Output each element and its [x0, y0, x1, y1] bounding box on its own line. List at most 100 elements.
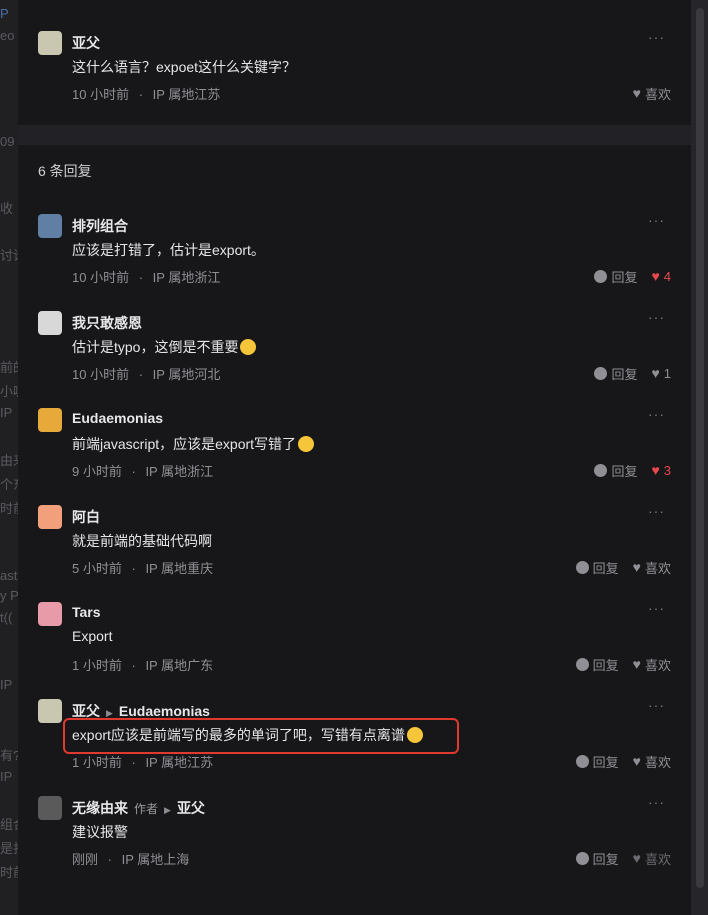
comment-actions: 回复 ♥ 4: [594, 267, 671, 286]
like-button[interactable]: ♥ 喜欢: [633, 849, 671, 868]
more-options-icon[interactable]: ···: [648, 794, 665, 810]
avatar[interactable]: [38, 699, 62, 723]
like-button[interactable]: ♥ 喜欢: [633, 558, 671, 577]
avatar[interactable]: [38, 602, 62, 626]
like-button[interactable]: ♥ 喜欢: [633, 752, 671, 771]
like-label: 喜欢: [644, 852, 671, 867]
avatar[interactable]: [38, 311, 62, 335]
comment-bubble-icon: [594, 270, 608, 283]
comment-bubble-icon: [575, 658, 589, 671]
meta-separator: ·: [131, 755, 136, 770]
laughing-emoji-icon: [240, 339, 257, 355]
reply-label: 回复: [611, 367, 638, 382]
comment-time: 1 小时前: [72, 755, 122, 770]
reply-label: 回复: [611, 464, 638, 479]
heart-icon: ♥: [632, 753, 641, 769]
comment-text: Export: [72, 628, 113, 644]
like-button[interactable]: ♥ 3: [651, 461, 671, 480]
section-divider: [18, 125, 691, 145]
reply-button[interactable]: 回复: [594, 267, 637, 286]
comment-author[interactable]: 阿白: [72, 507, 100, 527]
reply-label: 回复: [592, 755, 619, 770]
heart-icon: ♥: [632, 656, 641, 672]
avatar[interactable]: [38, 796, 62, 820]
comment-time: 1 小时前: [72, 658, 122, 673]
comment-ip: IP 属地浙江: [152, 270, 221, 285]
comment-time: 10 小时前: [72, 87, 130, 102]
reply-item: 我只敢感恩 ··· 估计是typo，这倒是不重要 10 小时前 · IP 属地河…: [18, 309, 691, 408]
comment-bubble-icon: [575, 852, 589, 865]
like-label: 喜欢: [644, 87, 671, 102]
meta-separator: ·: [107, 852, 112, 867]
more-options-icon[interactable]: ···: [648, 29, 665, 45]
reply-item: Tars ··· Export 1 小时前 · IP 属地广东 回复 ♥ 喜欢: [18, 600, 691, 699]
comment-time: 9 小时前: [72, 464, 122, 479]
comment-time: 10 小时前: [72, 367, 130, 382]
avatar[interactable]: [38, 214, 62, 238]
more-options-icon[interactable]: ···: [648, 309, 665, 325]
comment-ip: IP 属地重庆: [145, 561, 214, 576]
reply-button[interactable]: 回复: [575, 849, 619, 868]
author-badge: 作者: [134, 802, 159, 816]
comment-author[interactable]: 我只敢感恩: [72, 313, 142, 333]
rofl-emoji-icon: [298, 436, 315, 452]
like-button[interactable]: ♥ 4: [651, 267, 671, 286]
reply-item: 阿白 ··· 就是前端的基础代码啊 5 小时前 · IP 属地重庆 回复 ♥ 喜…: [18, 503, 691, 602]
comment-ip: IP 属地江苏: [152, 87, 221, 102]
like-button[interactable]: ♥ 喜欢: [633, 655, 671, 674]
background-fragment: IP: [0, 677, 13, 692]
comment-text: 应该是打错了，估计是export。: [72, 242, 265, 258]
comment-bubble-icon: [575, 561, 589, 574]
scrollbar-thumb[interactable]: [696, 8, 704, 888]
more-options-icon[interactable]: ···: [648, 406, 665, 422]
reply-label: 回复: [592, 658, 619, 673]
reply-button[interactable]: 回复: [575, 558, 619, 577]
reply-button[interactable]: 回复: [594, 364, 637, 383]
comment-text-body: 估计是typo，这倒是不重要: [72, 339, 239, 355]
more-options-icon[interactable]: ···: [648, 503, 665, 519]
reply-button[interactable]: 回复: [594, 461, 637, 480]
reply-to-user[interactable]: 亚父: [177, 800, 205, 816]
like-button[interactable]: ♥ 1: [651, 364, 671, 383]
comment-author[interactable]: Tars: [72, 604, 101, 620]
avatar[interactable]: [38, 31, 62, 55]
comment-author[interactable]: 无缘由来: [72, 800, 128, 816]
comment-actions: 回复 ♥ 3: [594, 461, 671, 480]
background-fragment: y P: [0, 588, 19, 603]
reply-button[interactable]: 回复: [575, 752, 619, 771]
meta-separator: ·: [138, 367, 144, 382]
comment-actions: 回复 ♥ 喜欢: [575, 752, 671, 771]
reply-to-user[interactable]: Eudaemonias: [119, 703, 210, 719]
meta-separator: ·: [131, 561, 136, 576]
comment-ip: IP 属地江苏: [145, 755, 214, 770]
comment-text: 建议报警: [72, 824, 128, 840]
like-label: 喜欢: [644, 561, 671, 576]
comment-meta: 10 小时前 · IP 属地江苏: [72, 84, 220, 103]
heart-icon: ♥: [651, 268, 660, 284]
heart-icon: ♥: [632, 850, 641, 866]
heart-icon: ♥: [632, 85, 641, 101]
more-options-icon[interactable]: ···: [648, 697, 665, 713]
like-label: 喜欢: [644, 658, 671, 673]
comment-author[interactable]: Eudaemonias: [72, 410, 163, 426]
avatar[interactable]: [38, 408, 62, 432]
more-options-icon[interactable]: ···: [648, 212, 665, 228]
highlight-box: [63, 718, 459, 754]
comment-author[interactable]: 亚父: [72, 703, 100, 719]
reply-arrow-icon: ▶: [164, 805, 171, 815]
comment-meta: 1 小时前 · IP 属地广东: [72, 655, 213, 674]
like-button[interactable]: ♥ 喜欢: [633, 84, 671, 103]
reply-button[interactable]: 回复: [575, 655, 619, 674]
comment-actions: 回复 ♥ 喜欢: [575, 558, 671, 577]
comment-meta: 10 小时前 · IP 属地浙江: [72, 267, 220, 286]
comment-author[interactable]: 亚父: [72, 33, 100, 53]
background-fragment: t((: [0, 610, 13, 625]
comment-actions: 回复 ♥ 喜欢: [575, 849, 671, 868]
like-count: 3: [663, 463, 671, 478]
avatar[interactable]: [38, 505, 62, 529]
more-options-icon[interactable]: ···: [648, 600, 665, 616]
meta-separator: ·: [131, 658, 136, 673]
comment-actions: 回复 ♥ 1: [594, 364, 671, 383]
meta-separator: ·: [138, 270, 144, 285]
comment-author[interactable]: 排列组合: [72, 216, 128, 236]
